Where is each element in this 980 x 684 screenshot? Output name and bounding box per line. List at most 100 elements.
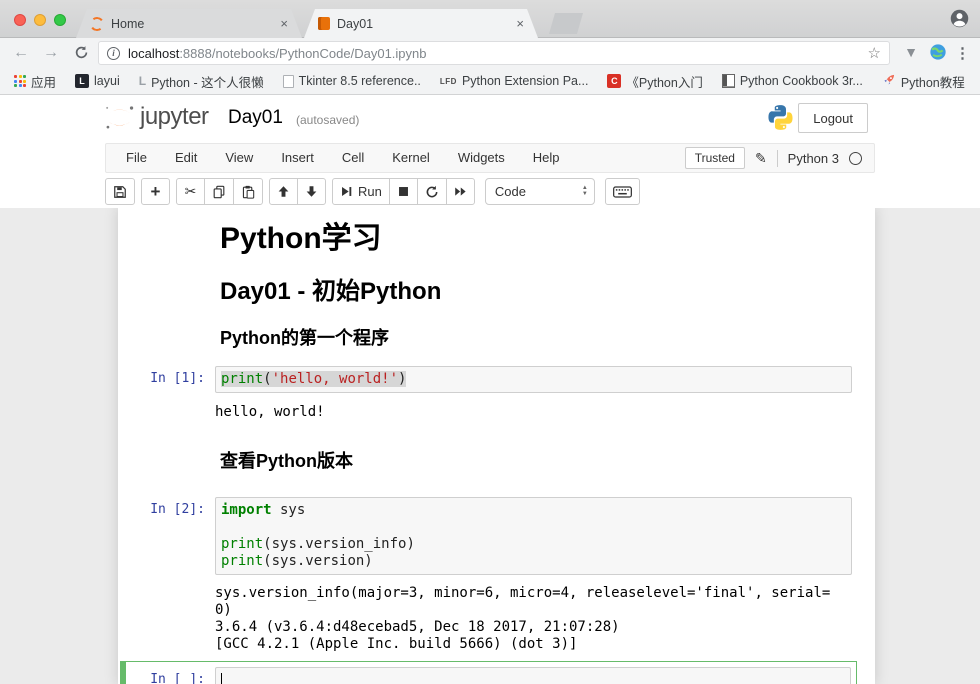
bookmark-layui[interactable]: L layui <box>75 74 120 88</box>
bookmark-python-cookbook[interactable]: Python Cookbook 3r... <box>722 74 863 88</box>
add-cell-button[interactable]: + <box>141 178 170 205</box>
bookmark-python-extension[interactable]: LFD Python Extension Pa... <box>440 74 589 88</box>
copy-cell-button[interactable] <box>204 178 234 205</box>
interrupt-kernel-button[interactable] <box>389 178 418 205</box>
input-prompt: In [1]: <box>118 366 215 386</box>
cell-type-value: Code <box>495 184 582 199</box>
tab-close-icon[interactable]: × <box>514 16 526 31</box>
page-icon <box>283 75 294 88</box>
forward-icon[interactable]: → <box>40 43 62 63</box>
back-icon[interactable]: ← <box>10 43 32 63</box>
python-logo-icon <box>767 104 794 136</box>
browser-tab-home[interactable]: Home × <box>76 9 302 38</box>
menu-kernel[interactable]: Kernel <box>378 144 444 172</box>
fast-forward-icon <box>454 185 467 198</box>
menu-widgets[interactable]: Widgets <box>444 144 519 172</box>
reload-icon[interactable] <box>70 43 92 63</box>
output-prompt <box>118 404 215 409</box>
extension-dropdown-icon[interactable]: ▼ <box>904 44 918 60</box>
autosave-status: (autosaved) <box>296 113 359 127</box>
code-input-area[interactable] <box>215 667 851 684</box>
paste-icon <box>241 185 255 199</box>
browser-tab-day01[interactable]: Day01 × <box>304 9 538 38</box>
markdown-heading-3-first: Python的第一个程序 <box>220 327 875 349</box>
divider <box>777 150 778 167</box>
restart-run-all-button[interactable] <box>446 178 475 205</box>
pencil-icon: ✎ <box>755 150 767 167</box>
text-cursor <box>221 673 222 684</box>
notebook-file-icon <box>318 17 330 30</box>
notebook-title[interactable]: Day01 <box>228 107 283 129</box>
command-palette-button[interactable] <box>605 178 640 205</box>
output-area-2: sys.version_info(major=3, minor=6, micro… <box>118 585 875 653</box>
select-stepper-icon: ▲▼ <box>582 186 588 197</box>
bookmark-apps[interactable]: 应用 <box>14 72 56 91</box>
save-button[interactable] <box>105 178 135 205</box>
selected-empty-cell[interactable]: In [ ]: <box>120 661 857 684</box>
bookmark-label: Python - 这个人很懒 <box>151 72 264 91</box>
book-icon <box>722 74 735 88</box>
menu-help[interactable]: Help <box>519 144 574 172</box>
globe-extension-icon[interactable] <box>929 43 947 64</box>
kernel-idle-icon <box>849 152 862 165</box>
move-cell-down-button[interactable] <box>297 178 326 205</box>
markdown-heading-1: Python学习 <box>220 222 875 256</box>
bookmark-python-tutorial[interactable]: Python教程 <box>882 72 965 91</box>
output-prompt <box>118 585 215 590</box>
bookmark-python-blog[interactable]: L Python - 这个人很懒 <box>139 72 264 91</box>
bookmark-python-intro[interactable]: C 《Python入门 <box>607 72 702 91</box>
menu-edit[interactable]: Edit <box>161 144 211 172</box>
bookmark-label: Python教程 <box>901 72 965 91</box>
bookmarks-bar: 应用 L layui L Python - 这个人很懒 Tkinter 8.5 … <box>0 68 980 95</box>
scissors-icon: ✂ <box>185 183 197 200</box>
url-text: localhost:8888/notebooks/PythonCode/Day0… <box>128 46 868 61</box>
paste-cell-button[interactable] <box>233 178 263 205</box>
menu-bar: File Edit View Insert Cell Kernel Widget… <box>105 143 875 173</box>
jupyter-spinner-icon <box>89 16 105 32</box>
lfd-icon: LFD <box>440 77 457 86</box>
chrome-menu-icon[interactable]: ⋮ <box>955 44 970 62</box>
restart-kernel-button[interactable] <box>417 178 447 205</box>
rocket-icon <box>882 73 896 90</box>
bookmark-star-icon[interactable]: ☆ <box>868 44 881 62</box>
trusted-button[interactable]: Trusted <box>685 147 745 169</box>
jupyter-header: jupyter Day01 (autosaved) Logout <box>0 95 980 141</box>
input-prompt: In [ ]: <box>126 667 215 684</box>
new-tab-button[interactable] <box>549 13 583 34</box>
menu-insert[interactable]: Insert <box>267 144 328 172</box>
cut-cell-button[interactable]: ✂ <box>176 178 205 205</box>
jupyter-logo-icon[interactable] <box>103 104 136 136</box>
menu-view[interactable]: View <box>211 144 267 172</box>
floppy-icon <box>113 185 127 199</box>
bookmark-label: Python Extension Pa... <box>462 74 588 88</box>
window-zoom-button[interactable] <box>54 14 66 26</box>
bookmark-tkinter[interactable]: Tkinter 8.5 reference.. <box>283 74 421 88</box>
jupyter-wordmark[interactable]: jupyter <box>140 103 209 131</box>
window-minimize-button[interactable] <box>34 14 46 26</box>
code-input-area[interactable]: import sys print(sys.version_info)print(… <box>215 497 852 575</box>
page-info-icon[interactable]: i <box>107 47 120 60</box>
window-close-button[interactable] <box>14 14 26 26</box>
output-text: sys.version_info(major=3, minor=6, micro… <box>215 585 875 653</box>
move-cell-up-button[interactable] <box>269 178 298 205</box>
apps-grid-icon <box>14 75 26 87</box>
menu-cell[interactable]: Cell <box>328 144 378 172</box>
bookmark-label: layui <box>94 74 120 88</box>
address-bar[interactable]: i localhost:8888/notebooks/PythonCode/Da… <box>98 41 890 65</box>
c-badge-icon: C <box>607 74 621 88</box>
profile-icon[interactable] <box>949 8 970 29</box>
menu-file[interactable]: File <box>112 144 161 172</box>
cell-type-select[interactable]: Code ▲▼ <box>485 178 595 205</box>
url-host: localhost <box>128 46 179 61</box>
menu-row: File Edit View Insert Cell Kernel Widget… <box>0 141 980 175</box>
run-label: Run <box>358 184 382 199</box>
code-input-area[interactable]: print('hello, world!') <box>215 366 852 393</box>
window-controls <box>14 14 66 26</box>
tab-close-icon[interactable]: × <box>278 16 290 31</box>
run-cell-button[interactable]: Run <box>332 178 390 205</box>
logout-button[interactable]: Logout <box>798 103 868 133</box>
arrow-down-icon <box>305 185 318 198</box>
keyboard-icon <box>613 186 632 198</box>
layui-badge-icon: L <box>75 74 89 88</box>
browser-tab-strip: Home × Day01 × <box>0 0 980 38</box>
